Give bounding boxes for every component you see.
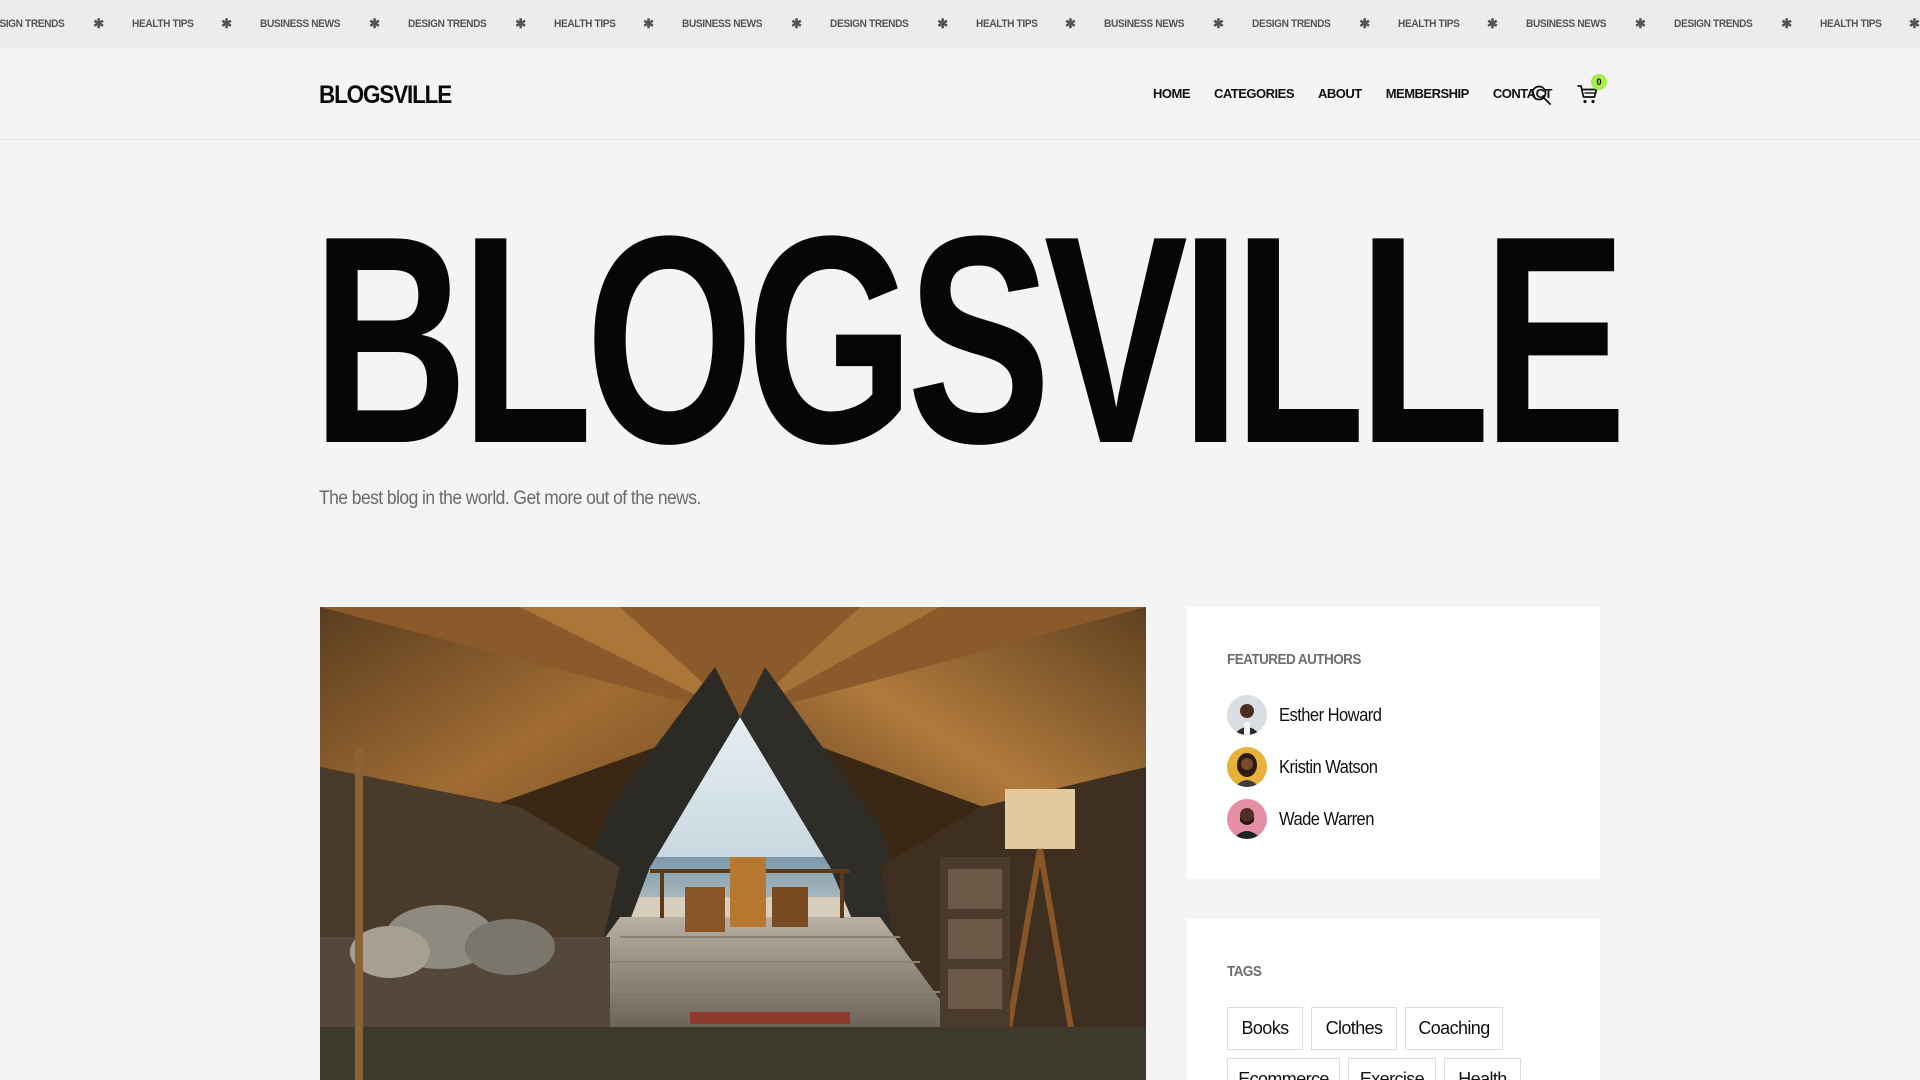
cart-count-badge: 0 (1591, 74, 1607, 90)
asterisk-icon: ✱ (1487, 16, 1498, 31)
tags-title: TAGS (1227, 963, 1262, 980)
author-esther-howard[interactable]: Esther Howard (1227, 695, 1390, 735)
asterisk-icon: ✱ (1909, 16, 1920, 31)
asterisk-icon: ✱ (369, 16, 380, 31)
nav-categories[interactable]: CATEGORIES (1214, 86, 1295, 101)
ticker-item[interactable]: DESIGN TRENDS (408, 18, 487, 30)
tag-ecommerce[interactable]: Ecommerce (1227, 1058, 1340, 1080)
avatar-image (1227, 747, 1267, 787)
asterisk-icon: ✱ (1065, 16, 1076, 31)
nav-membership[interactable]: MEMBERSHIP (1386, 86, 1470, 101)
asterisk-icon: ✱ (791, 16, 802, 31)
featured-authors-card: FEATURED AUTHORS Esther Howard Kristin W… (1187, 607, 1600, 879)
search-icon[interactable] (1530, 84, 1552, 106)
site-logo[interactable]: BLOGSVILLE (319, 81, 452, 110)
author-wade-warren[interactable]: Wade Warren (1227, 799, 1382, 839)
tag-exercise[interactable]: Exercise (1348, 1058, 1436, 1080)
tag-clothes[interactable]: Clothes (1311, 1007, 1397, 1050)
asterisk-icon: ✱ (1359, 16, 1371, 31)
news-ticker: DESIGN TRENDS ✱ HEALTH TIPS ✱ BUSINESS NEWS ✱… (0, 0, 1920, 48)
featured-post-image[interactable] (320, 607, 1146, 1080)
ticker-item[interactable]: BUSINESS NEWS (682, 18, 762, 30)
tag-health[interactable]: Health (1444, 1058, 1521, 1080)
featured-authors-title: FEATURED AUTHORS (1227, 651, 1361, 668)
ticker-item[interactable]: DESIGN TRENDS (0, 18, 65, 30)
main-nav: HOME CATEGORIES ABOUT MEMBERSHIP CONTACT (1153, 86, 1576, 101)
asterisk-icon: ✱ (221, 16, 232, 31)
nav-home[interactable]: HOME (1153, 86, 1191, 101)
asterisk-icon: ✱ (1213, 16, 1224, 31)
ticker-item[interactable]: HEALTH TIPS (976, 18, 1038, 30)
ticker-item[interactable]: BUSINESS NEWS (1104, 18, 1184, 30)
avatar-image (1227, 799, 1267, 839)
tag-coaching[interactable]: Coaching (1405, 1007, 1503, 1050)
ticker-item[interactable]: DESIGN TRENDS (1674, 18, 1753, 30)
avatar-image (1227, 695, 1267, 735)
ticker-track: DESIGN TRENDS ✱ HEALTH TIPS ✱ BUSINESS NEWS ✱… (0, 0, 1920, 48)
asterisk-icon: ✱ (937, 16, 949, 31)
asterisk-icon: ✱ (515, 16, 527, 31)
asterisk-icon: ✱ (1781, 16, 1793, 31)
author-name: Esther Howard (1279, 704, 1382, 725)
ticker-item[interactable]: HEALTH TIPS (132, 18, 194, 30)
ticker-item[interactable]: HEALTH TIPS (554, 18, 616, 30)
hero-title: BLOGSVILLE (312, 174, 1627, 505)
asterisk-icon: ✱ (643, 16, 654, 31)
site-header: BLOGSVILLE HOME CATEGORIES ABOUT MEMBERS… (0, 48, 1920, 140)
author-kristin-watson[interactable]: Kristin Watson (1227, 747, 1386, 787)
author-name: Kristin Watson (1279, 756, 1378, 777)
avatar (1227, 695, 1267, 735)
tags-card: TAGS Books Clothes Coaching Ecommerce Ex… (1187, 919, 1600, 1080)
avatar (1227, 747, 1267, 787)
ticker-item[interactable]: BUSINESS NEWS (260, 18, 340, 30)
author-name: Wade Warren (1279, 808, 1374, 829)
tent-photo (320, 607, 1146, 1080)
ticker-item[interactable]: DESIGN TRENDS (1252, 18, 1331, 30)
ticker-item[interactable]: BUSINESS NEWS (1526, 18, 1606, 30)
asterisk-icon: ✱ (93, 16, 105, 31)
tag-books[interactable]: Books (1227, 1007, 1303, 1050)
avatar (1227, 799, 1267, 839)
ticker-item[interactable]: DESIGN TRENDS (830, 18, 909, 30)
hero-tagline: The best blog in the world. Get more out… (319, 488, 701, 509)
ticker-item[interactable]: HEALTH TIPS (1398, 18, 1460, 30)
ticker-item[interactable]: HEALTH TIPS (1820, 18, 1882, 30)
nav-about[interactable]: ABOUT (1318, 86, 1362, 101)
asterisk-icon: ✱ (1635, 16, 1646, 31)
